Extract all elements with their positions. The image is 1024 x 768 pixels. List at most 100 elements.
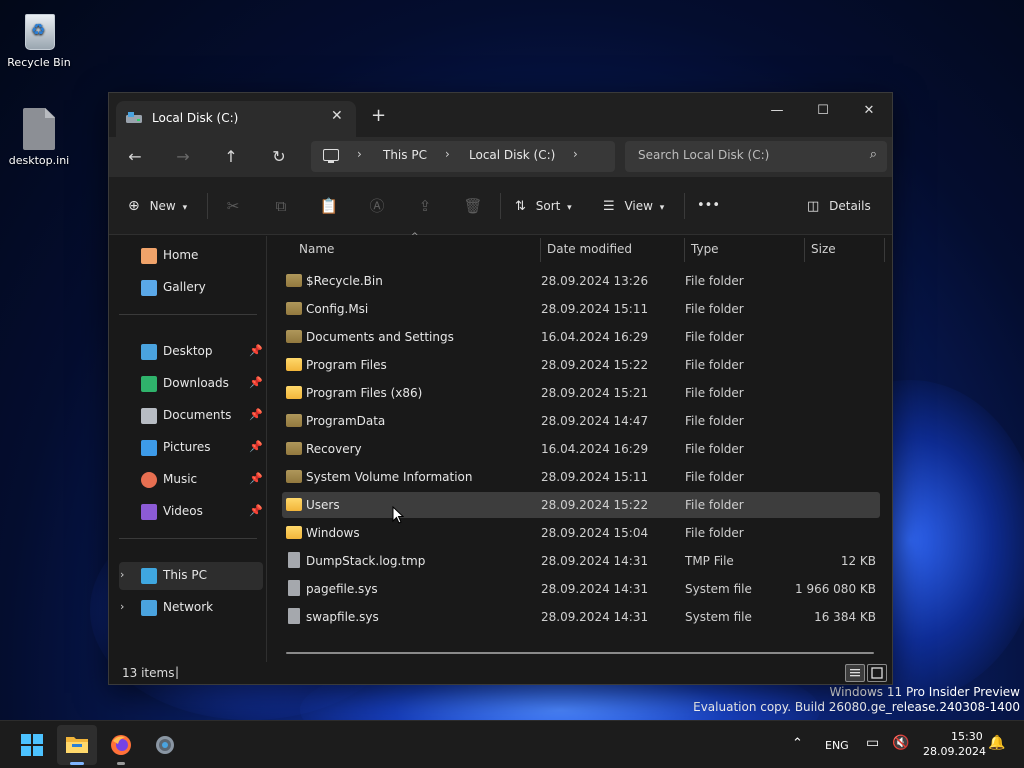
pin-icon[interactable]: 📌 — [249, 440, 263, 453]
maximize-button[interactable]: ☐ — [800, 98, 846, 124]
sidebar-item-network[interactable]: › Network — [119, 594, 263, 622]
chevron-down-icon: ▾ — [567, 203, 572, 213]
share-icon[interactable]: ⇪ — [414, 195, 436, 217]
volume-muted-icon[interactable]: 🔇 — [892, 735, 909, 751]
more-options-button[interactable]: ••• — [697, 195, 720, 217]
back-button[interactable]: ← — [122, 145, 148, 169]
table-row[interactable]: System Volume Information 28.09.2024 15:1… — [282, 464, 880, 490]
rename-icon[interactable]: Ⓐ — [366, 195, 388, 217]
column-header-date[interactable]: Date modified — [547, 236, 632, 262]
copy-icon[interactable]: ⧉ — [270, 195, 292, 217]
table-row[interactable]: Config.Msi 28.09.2024 15:11 File folder — [282, 296, 880, 322]
show-hidden-icons-chevron[interactable]: ⌃ — [792, 736, 803, 751]
details-pane-button[interactable]: ◫ Details — [807, 195, 871, 217]
title-bar[interactable]: Local Disk (C:) ✕ + — ☐ ✕ — [109, 93, 892, 137]
horizontal-scrollbar[interactable] — [286, 652, 874, 654]
home-icon — [141, 248, 157, 264]
sidebar-item-label: Gallery — [163, 280, 206, 294]
clock-date[interactable]: 28.09.2024 — [923, 745, 986, 758]
sidebar-item-desktop[interactable]: Desktop 📌 — [119, 338, 263, 366]
forward-button[interactable]: → — [170, 145, 196, 169]
view-button[interactable]: ☰ View ▾ — [603, 195, 664, 217]
desktop-icon-recycle-bin[interactable]: ♻ Recycle Bin — [1, 8, 77, 69]
file-name: System Volume Information — [306, 470, 473, 484]
language-indicator[interactable]: ENG — [825, 739, 849, 752]
column-divider[interactable] — [684, 238, 685, 262]
details-view-button[interactable] — [845, 664, 865, 682]
column-divider[interactable] — [884, 238, 885, 262]
pictures-icon — [141, 440, 157, 456]
table-row[interactable]: DumpStack.log.tmp 28.09.2024 14:31 TMP Fil… — [282, 548, 880, 574]
minimize-button[interactable]: — — [754, 98, 800, 124]
address-bar[interactable]: › This PC › Local Disk (C:) › — [311, 141, 615, 172]
up-button[interactable]: ↑ — [218, 145, 244, 169]
chevron-right-icon[interactable]: › — [120, 568, 124, 581]
table-row[interactable]: pagefile.sys 28.09.2024 14:31 System file 1… — [282, 576, 880, 602]
table-row[interactable]: Program Files (x86) 28.09.2024 15:21 File … — [282, 380, 880, 406]
breadcrumb-local-disk[interactable]: Local Disk (C:) — [469, 148, 555, 162]
table-row[interactable]: Program Files 28.09.2024 15:22 File folder — [282, 352, 880, 378]
clock-time[interactable]: 15:30 — [951, 730, 983, 743]
network-status-icon[interactable]: ▭ — [866, 735, 879, 751]
taskbar-file-explorer[interactable] — [57, 725, 97, 765]
mouse-cursor-icon — [392, 506, 404, 524]
folder-icon — [286, 386, 302, 399]
table-row[interactable]: swapfile.sys 28.09.2024 14:31 System file 1… — [282, 604, 880, 630]
table-row[interactable]: Recovery 16.04.2024 16:29 File folder — [282, 436, 880, 462]
sidebar-item-downloads[interactable]: Downloads 📌 — [119, 370, 263, 398]
column-divider[interactable] — [804, 238, 805, 262]
chevron-right-icon[interactable]: › — [357, 147, 362, 161]
sort-button[interactable]: ⇅ Sort ▾ — [515, 195, 572, 217]
chevron-right-icon[interactable]: › — [120, 600, 124, 613]
column-header-type[interactable]: Type — [691, 236, 719, 262]
drive-icon — [126, 112, 142, 123]
pin-icon[interactable]: 📌 — [249, 472, 263, 485]
pin-icon[interactable]: 📌 — [249, 504, 263, 517]
file-type: File folder — [685, 358, 744, 372]
sidebar-item-home[interactable]: Home — [119, 242, 263, 270]
refresh-button[interactable]: ↻ — [266, 145, 292, 169]
file-icon — [288, 580, 300, 596]
table-row[interactable]: $Recycle.Bin 28.09.2024 13:26 File folder — [282, 268, 880, 294]
column-header-name[interactable]: Name — [299, 236, 334, 262]
table-row[interactable]: Users 28.09.2024 15:22 File folder — [282, 492, 880, 518]
chevron-right-icon[interactable]: › — [445, 147, 450, 161]
new-tab-button[interactable]: + — [371, 105, 386, 126]
desktop-icon-desktop-ini[interactable]: desktop.ini — [1, 106, 77, 167]
table-row[interactable]: ProgramData 28.09.2024 14:47 File folder — [282, 408, 880, 434]
start-button[interactable] — [12, 725, 52, 765]
tab-close-icon[interactable]: ✕ — [331, 108, 343, 124]
table-row[interactable]: Documents and Settings 16.04.2024 16:29 Fi… — [282, 324, 880, 350]
taskbar-settings[interactable] — [145, 725, 185, 765]
sidebar-item-this-pc[interactable]: › This PC — [119, 562, 263, 590]
folder-icon — [286, 414, 302, 427]
date-modified: 28.09.2024 15:11 — [541, 470, 649, 484]
pin-icon[interactable]: 📌 — [249, 376, 263, 389]
pin-icon[interactable]: 📌 — [249, 408, 263, 421]
tab-local-disk[interactable]: Local Disk (C:) ✕ — [116, 101, 356, 137]
cut-icon[interactable]: ✂ — [222, 195, 244, 217]
chevron-right-icon[interactable]: › — [573, 147, 578, 161]
table-row[interactable]: Windows 28.09.2024 15:04 File folder — [282, 520, 880, 546]
taskbar-firefox[interactable] — [101, 725, 141, 765]
network-icon — [141, 600, 157, 616]
tiles-view-button[interactable] — [867, 664, 887, 682]
sidebar-item-videos[interactable]: Videos 📌 — [119, 498, 263, 526]
folder-shortcut-icon — [286, 330, 302, 343]
sidebar-item-music[interactable]: Music 📌 — [119, 466, 263, 494]
paste-icon[interactable]: 📋 — [318, 195, 340, 217]
column-divider[interactable] — [540, 238, 541, 262]
sidebar-item-gallery[interactable]: Gallery — [119, 274, 263, 302]
breadcrumb-this-pc[interactable]: This PC — [383, 148, 427, 162]
pin-icon[interactable]: 📌 — [249, 344, 263, 357]
search-box[interactable]: Search Local Disk (C:) ⌕ — [625, 141, 887, 172]
sidebar-item-pictures[interactable]: Pictures 📌 — [119, 434, 263, 462]
file-name: swapfile.sys — [306, 610, 379, 624]
notifications-bell-icon[interactable]: 🔔 — [988, 735, 1005, 751]
delete-icon[interactable]: 🗑 — [462, 195, 484, 217]
close-window-button[interactable]: ✕ — [846, 98, 892, 124]
new-button[interactable]: ⊕ New ▾ — [128, 195, 187, 217]
sidebar-item-documents[interactable]: Documents 📌 — [119, 402, 263, 430]
column-header-size[interactable]: Size — [811, 236, 836, 262]
music-icon — [141, 472, 157, 488]
